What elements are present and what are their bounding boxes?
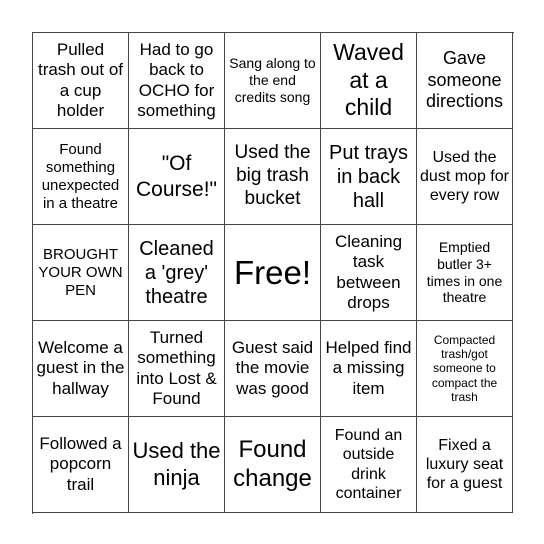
bingo-cell[interactable]: Followed a popcorn trail (33, 417, 129, 513)
bingo-cell[interactable]: Pulled trash out of a cup holder (33, 33, 129, 129)
bingo-cell[interactable]: Found an outside drink container (321, 417, 417, 513)
bingo-cell[interactable]: Turned something into Lost & Found (129, 321, 225, 417)
bingo-cell[interactable]: BROUGHT YOUR OWN PEN (33, 225, 129, 321)
bingo-cell[interactable]: Had to go back to OCHO for something (129, 33, 225, 129)
bingo-cell[interactable]: Emptied butler 3+ times in one theatre (417, 225, 513, 321)
bingo-cell[interactable]: Put trays in back hall (321, 129, 417, 225)
bingo-cell[interactable]: Cleaning task between drops (321, 225, 417, 321)
bingo-cell[interactable]: Welcome a guest in the hallway (33, 321, 129, 417)
bingo-cell[interactable]: Fixed a luxury seat for a guest (417, 417, 513, 513)
bingo-cell[interactable]: Sang along to the end credits song (225, 33, 321, 129)
bingo-cell[interactable]: Used the big trash bucket (225, 129, 321, 225)
bingo-cell[interactable]: Found change (225, 417, 321, 513)
bingo-cell[interactable]: Used the dust mop for every row (417, 129, 513, 225)
bingo-grid: Pulled trash out of a cup holder Had to g… (32, 32, 514, 514)
bingo-cell[interactable]: Waved at a child (321, 33, 417, 129)
bingo-cell[interactable]: Used the ninja (129, 417, 225, 513)
bingo-cell[interactable]: "Of Course!" (129, 129, 225, 225)
free-space-cell[interactable]: Free! (225, 225, 321, 321)
bingo-cell[interactable]: Gave someone directions (417, 33, 513, 129)
bingo-cell[interactable]: Helped find a missing item (321, 321, 417, 417)
bingo-cell[interactable]: Compacted trash/got someone to compact t… (417, 321, 513, 417)
bingo-cell[interactable]: Guest said the movie was good (225, 321, 321, 417)
bingo-cell[interactable]: Cleaned a 'grey' theatre (129, 225, 225, 321)
bingo-cell[interactable]: Found something unexpected in a theatre (33, 129, 129, 225)
